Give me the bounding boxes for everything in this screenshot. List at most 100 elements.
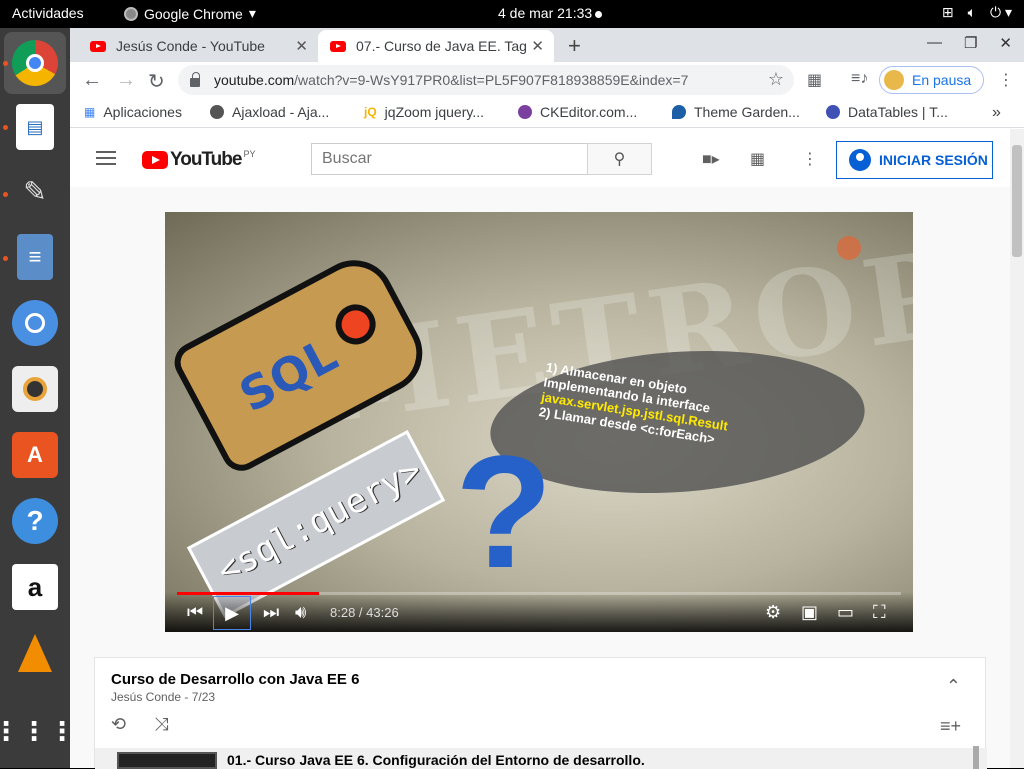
toolbar: ← → ↻ youtube.com/watch?v=9-WsY917PR0&li… <box>70 62 1024 98</box>
shuffle-icon[interactable]: ⤨ <box>154 714 168 735</box>
chrome-dock-icon[interactable] <box>12 40 58 86</box>
tab-title: 07.- Curso de Java EE. Tag <box>356 38 527 54</box>
channel-watermark-icon[interactable] <box>837 236 861 260</box>
minimize-icon[interactable]: — <box>927 34 942 52</box>
collapse-chevron-icon[interactable]: ⌃ <box>946 676 961 697</box>
bubble-text: 1) Almacenar en objeto Implementando la … <box>538 360 794 458</box>
files-dock-icon[interactable]: ≡ <box>17 234 53 280</box>
playlist-controls: ⟲ ⤨ <box>111 714 169 735</box>
apps-grid-icon[interactable]: ▦ <box>750 149 765 169</box>
bookmark-datatables[interactable]: DataTables | T... <box>826 104 948 120</box>
amazon-dock-icon[interactable]: a <box>12 564 58 610</box>
playlist-item[interactable]: 01.- Curso Java EE 6. Configuración del … <box>95 748 987 769</box>
bookmark-jqzoom[interactable]: jQ jqZoom jquery... <box>364 104 484 120</box>
bookmark-ckeditor[interactable]: CKEditor.com... <box>518 104 637 120</box>
signin-button[interactable]: INICIAR SESIÓN <box>836 141 993 179</box>
playlist-title[interactable]: Curso de Desarrollo con Java EE 6 <box>111 671 359 688</box>
playlist-panel: Curso de Desarrollo con Java EE 6 Jesús … <box>94 657 987 769</box>
ckeditor-icon <box>518 105 532 119</box>
vlc-dock-icon[interactable] <box>12 630 58 676</box>
power-icon: ⏻ ▾ <box>990 4 1012 20</box>
bookmark-label: Aplicaciones <box>103 104 182 120</box>
app-menu[interactable]: Google Chrome ▾ <box>124 5 256 22</box>
player-controls: ⏮ ▶ ⏭ 🔊︎ 8:28 / 43:26 ⚙ ▣ ▭ ⛶ <box>165 592 913 632</box>
next-icon[interactable]: ⏭ <box>263 602 279 623</box>
tab-java-ee[interactable]: 07.- Curso de Java EE. Tag ✕ <box>318 30 554 62</box>
previous-icon[interactable]: ⏮ <box>187 602 203 623</box>
hamburger-menu-icon[interactable] <box>96 151 116 165</box>
loop-icon[interactable]: ⟲ <box>111 714 126 735</box>
window-controls: — ❐ ✕ <box>927 34 1012 52</box>
bookmark-apps[interactable]: ▦ Aplicaciones <box>84 104 182 120</box>
paint-dock-icon[interactable]: ✎ <box>12 168 58 214</box>
jqzoom-icon: jQ <box>364 105 377 119</box>
search-input[interactable] <box>311 143 588 175</box>
bookmark-star-icon[interactable]: ☆ <box>768 69 784 90</box>
profile-label: En pausa <box>912 72 972 88</box>
datatables-icon <box>826 105 840 119</box>
create-video-icon[interactable]: ■▸ <box>702 149 720 169</box>
playlist-author[interactable]: Jesús Conde <box>111 690 181 704</box>
tab-strip: Jesús Conde - YouTube ✕ 07.- Curso de Ja… <box>70 28 1024 62</box>
address-bar[interactable]: youtube.com/watch?v=9-WsY917PR0&list=PL5… <box>178 65 794 95</box>
chromium-dock-icon[interactable] <box>12 300 58 346</box>
reload-icon[interactable]: ↻ <box>148 69 165 94</box>
scrollbar-thumb[interactable] <box>1012 145 1022 257</box>
play-button[interactable]: ▶ <box>213 596 251 630</box>
fullscreen-icon[interactable]: ⛶ <box>873 602 886 623</box>
youtube-logo[interactable]: YouTube PY <box>142 149 255 171</box>
theme-garden-icon <box>672 105 686 119</box>
avatar <box>884 70 904 90</box>
more-bookmarks-icon[interactable]: » <box>992 104 1001 122</box>
volume-icon: 🔈︎ <box>967 4 976 20</box>
profile-paused-button[interactable]: En pausa <box>879 66 984 94</box>
running-indicator <box>3 192 8 197</box>
url-host: youtube.com <box>214 72 295 88</box>
bookmark-label: Ajaxload - Aja... <box>232 104 330 120</box>
clock[interactable]: 4 de mar 21:33 <box>498 5 603 21</box>
youtube-play-logo-icon <box>142 151 168 169</box>
bookmark-ajaxload[interactable]: Ajaxload - Aja... <box>210 104 329 120</box>
miniplayer-icon[interactable]: ▣ <box>801 602 818 623</box>
forward-arrow-icon[interactable]: → <box>116 69 136 92</box>
question-mark-illustration: ? <box>455 422 553 601</box>
youtube-header: YouTube PY ⚲ ■▸ ▦ ⋮ INICIAR SESIÓN <box>70 129 1010 187</box>
play-icon: ▶ <box>225 602 239 623</box>
software-dock-icon[interactable]: A <box>12 432 58 478</box>
playlist-scrollbar[interactable] <box>973 746 979 769</box>
chrome-menu-icon[interactable]: ⋮ <box>998 70 1014 90</box>
back-arrow-icon[interactable]: ← <box>82 69 102 92</box>
playlist-subtitle: Jesús Conde - 7/23 <box>111 690 216 704</box>
user-icon <box>849 149 871 171</box>
restore-icon[interactable]: ❐ <box>964 34 977 52</box>
activities-button[interactable]: Actividades <box>12 5 84 21</box>
help-dock-icon[interactable]: ? <box>12 498 58 544</box>
page-scrollbar[interactable] <box>1010 129 1024 768</box>
close-tab-icon[interactable]: ✕ <box>295 37 308 55</box>
progress-bar[interactable] <box>177 592 901 595</box>
theater-mode-icon[interactable]: ▭ <box>837 602 854 623</box>
clock-text: 4 de mar 21:33 <box>498 5 593 21</box>
add-to-playlist-icon[interactable]: ≡+ <box>940 716 961 737</box>
gnome-top-bar: Actividades Google Chrome ▾ 4 de mar 21:… <box>0 0 1024 28</box>
video-player[interactable]: METROPOLIS SQL 1) Almacenar en objeto Im… <box>165 212 913 632</box>
logo-text: YouTube <box>170 149 242 170</box>
tab-jesus-conde[interactable]: Jesús Conde - YouTube ✕ <box>78 30 318 62</box>
extension-icon[interactable]: ▦ <box>807 70 822 90</box>
show-apps-grid-icon[interactable]: ⋮⋮⋮ <box>0 708 75 754</box>
new-tab-icon[interactable]: + <box>568 33 581 59</box>
close-tab-icon[interactable]: ✕ <box>531 37 544 55</box>
search-button[interactable]: ⚲ <box>587 143 652 175</box>
settings-gear-icon[interactable]: ⚙ <box>765 602 781 623</box>
system-tray[interactable]: ⊞ 🔈︎ ⏻ ▾ <box>942 4 1012 21</box>
settings-dots-icon[interactable]: ⋮ <box>802 149 818 169</box>
youtube-favicon-icon <box>90 40 106 52</box>
bookmark-theme-garden[interactable]: Theme Garden... <box>672 104 800 120</box>
rhythmbox-dock-icon[interactable] <box>12 366 58 412</box>
volume-icon[interactable]: 🔊︎ <box>295 602 306 623</box>
video-thumbnail <box>117 752 217 769</box>
close-window-icon[interactable]: ✕ <box>999 34 1012 52</box>
media-control-icon[interactable]: ≡♪ <box>851 70 868 88</box>
chevron-down-icon: ▾ <box>248 5 256 21</box>
writer-dock-icon[interactable]: ▤ <box>16 104 54 150</box>
